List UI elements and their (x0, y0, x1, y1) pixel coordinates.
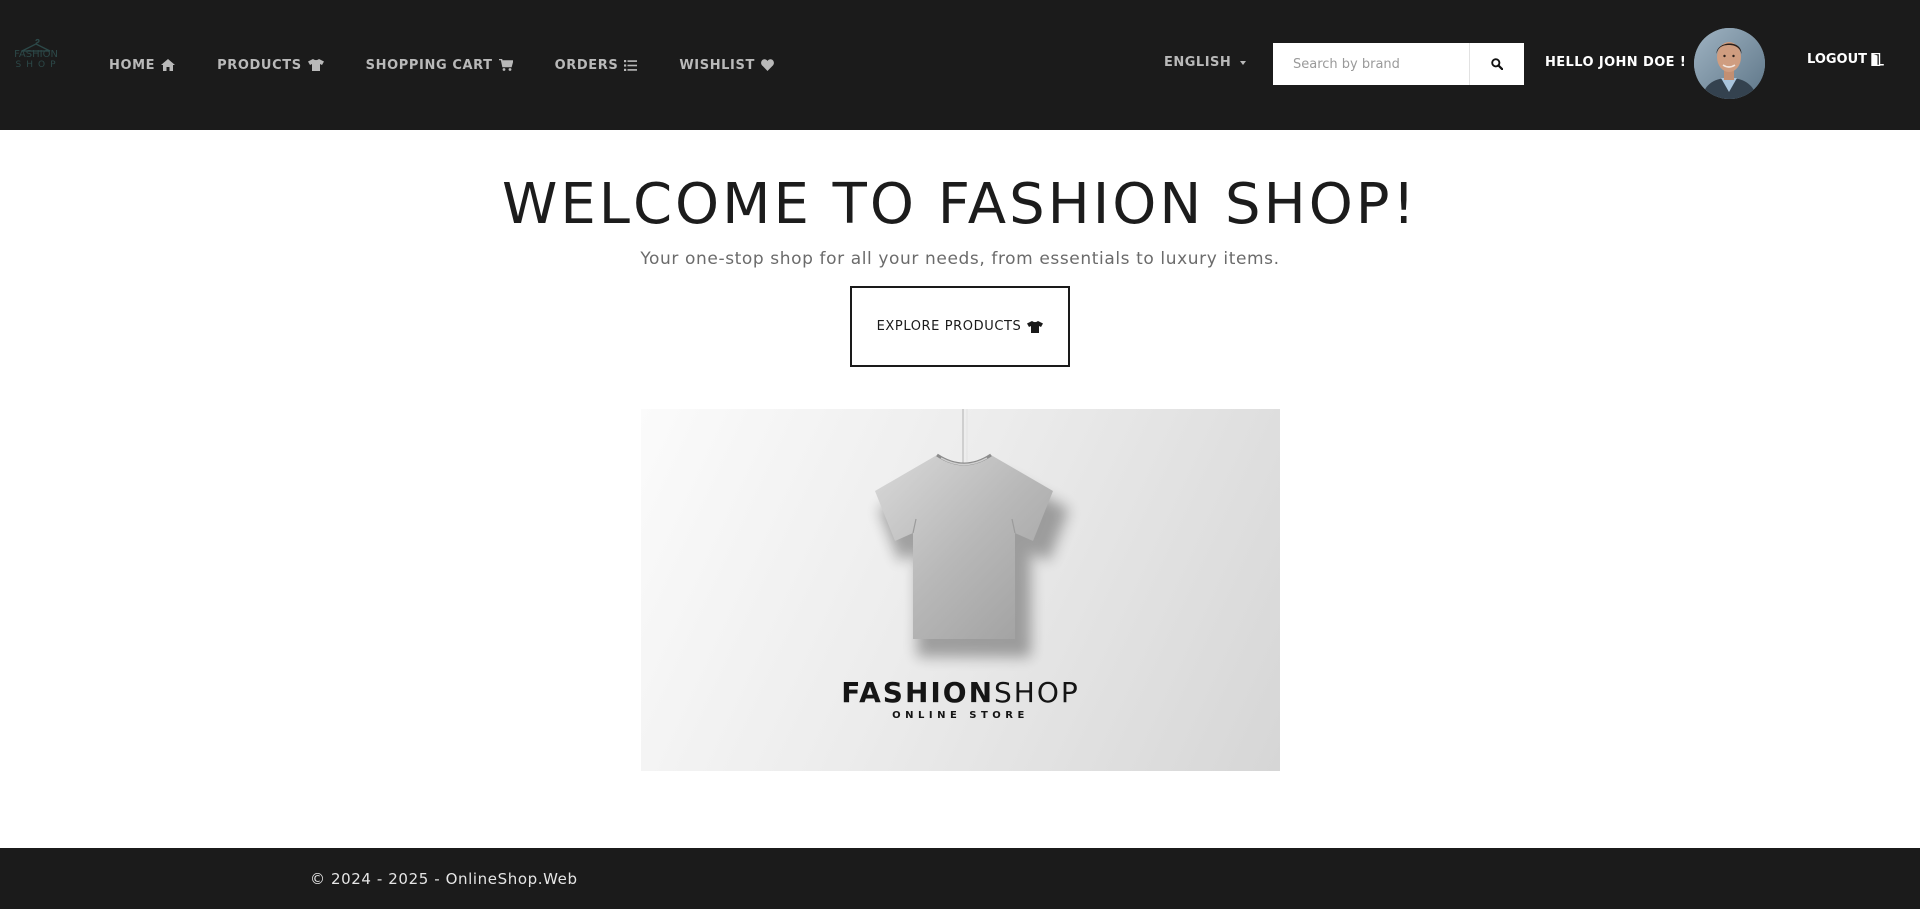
search-input[interactable] (1273, 43, 1470, 85)
logo-wordmark-bottom: SHOP (15, 60, 61, 70)
language-label: ENGLISH (1164, 55, 1232, 70)
search-icon (1491, 58, 1503, 70)
door-open-icon (1871, 53, 1884, 66)
explore-products-label: EXPLORE PRODUCTS (876, 319, 1022, 334)
caret-down-icon (1240, 60, 1247, 65)
nav-products-link[interactable]: PRODUCTS (217, 58, 324, 73)
nav-cart-link[interactable]: SHOPPING CART (366, 58, 513, 73)
main-nav: HOME PRODUCTS SHOPPING CART ORDERS WISHL… (109, 55, 816, 75)
logo-wordmark-top: FASHION (14, 49, 58, 60)
avatar[interactable] (1694, 28, 1765, 99)
tshirt-icon (1027, 320, 1044, 333)
logout-label: LOGOUT (1807, 52, 1868, 67)
navbar: FASHION SHOP HOME PRODUCTS SHOPPING CART… (0, 0, 1920, 130)
cart-icon (498, 59, 513, 71)
explore-products-button[interactable]: EXPLORE PRODUCTS (850, 286, 1070, 367)
footer-copyright: © 2024 - 2025 - OnlineShop.Web (310, 870, 578, 888)
site-logo[interactable]: FASHION SHOP (8, 38, 64, 92)
footer: © 2024 - 2025 - OnlineShop.Web (0, 848, 1920, 909)
user-greeting: HELLO JOHN DOE ! (1545, 55, 1687, 70)
nav-orders-link[interactable]: ORDERS (555, 58, 638, 73)
nav-home-label: HOME (109, 57, 156, 73)
nav-orders-label: ORDERS (554, 57, 619, 73)
home-icon (161, 59, 176, 71)
nav-home-link[interactable]: HOME (109, 57, 176, 73)
nav-products-label: PRODUCTS (217, 57, 302, 73)
nav-wishlist-label: WISHLIST (679, 57, 755, 73)
search-button[interactable] (1470, 43, 1524, 85)
logout-link[interactable]: LOGOUT (1807, 52, 1884, 67)
nav-wishlist-link[interactable]: WISHLIST (679, 58, 774, 73)
nav-cart-label: SHOPPING CART (365, 57, 493, 73)
banner-tagline: ONLINE STORE (892, 710, 1029, 721)
page-subtitle: Your one-stop shop for all your needs, f… (640, 249, 1280, 269)
language-dropdown[interactable]: ENGLISH (1164, 55, 1247, 70)
list-icon (624, 59, 638, 71)
page-title: WELCOME TO FASHION SHOP! (502, 172, 1418, 237)
banner-brand-name: FASHIONSHOP (641, 677, 1280, 709)
tshirt-icon (307, 59, 324, 71)
hero-banner-image: FASHIONSHOP ONLINE STORE (641, 409, 1280, 771)
banner-brand-bold: FASHION (841, 676, 995, 709)
banner-brand-light: SHOP (994, 676, 1080, 709)
heart-icon (761, 59, 774, 71)
search-form (1273, 43, 1524, 85)
